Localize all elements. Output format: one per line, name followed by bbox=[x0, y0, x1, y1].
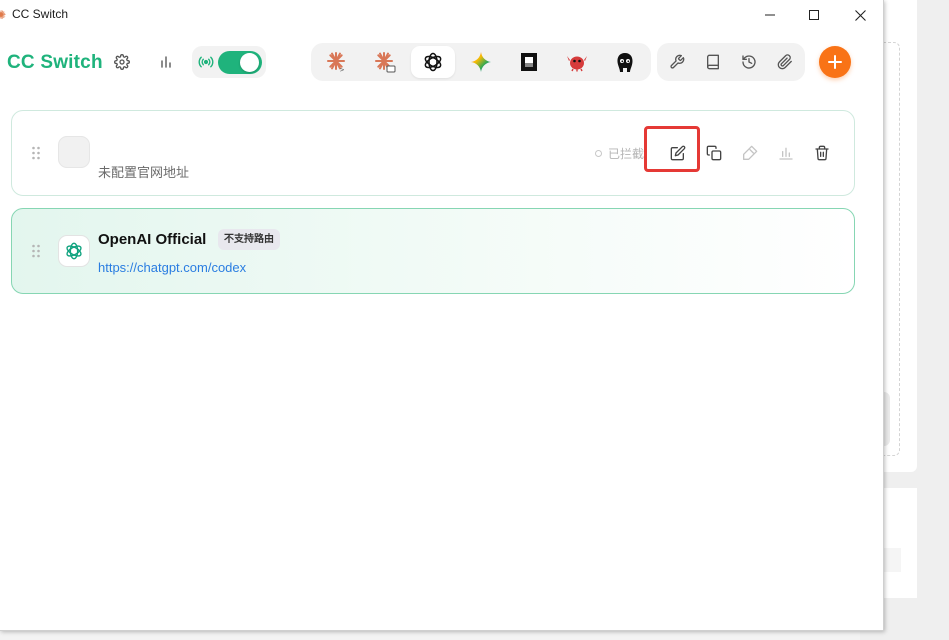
agent-avatar-icon bbox=[617, 53, 633, 72]
history-icon bbox=[742, 55, 756, 69]
settings-button[interactable] bbox=[110, 50, 134, 74]
close-icon bbox=[854, 9, 866, 21]
app-tab-opencode[interactable] bbox=[507, 46, 551, 78]
opencode-icon bbox=[521, 53, 537, 71]
status-blocked: 已拦截 bbox=[595, 145, 644, 162]
app-tab-codex[interactable] bbox=[411, 46, 455, 78]
delete-button[interactable] bbox=[810, 141, 834, 165]
app-tab-claude-desktop[interactable] bbox=[363, 46, 407, 78]
test-button[interactable] bbox=[738, 141, 762, 165]
app-tab-openclaw[interactable] bbox=[555, 46, 599, 78]
broadcast-icon bbox=[198, 56, 214, 68]
app-tab-agent[interactable] bbox=[603, 46, 647, 78]
trash-icon bbox=[815, 145, 829, 161]
toggle-knob bbox=[240, 53, 259, 72]
usage-button[interactable] bbox=[774, 141, 798, 165]
title-bar: ✺ CC Switch bbox=[0, 0, 884, 30]
edit-icon bbox=[670, 145, 686, 161]
attachments-button[interactable] bbox=[773, 50, 797, 74]
maximize-button[interactable] bbox=[791, 0, 837, 30]
app-switcher: >_ bbox=[311, 43, 651, 81]
drag-handle-icon[interactable] bbox=[31, 244, 41, 258]
claude-desktop-icon bbox=[375, 52, 396, 73]
brand-title[interactable]: CC Switch bbox=[7, 52, 103, 74]
book-icon bbox=[707, 54, 719, 70]
app-logo-icon: ✺ bbox=[0, 8, 7, 22]
maximize-icon bbox=[809, 10, 819, 20]
bar-chart-icon bbox=[161, 56, 171, 68]
app-tab-gemini[interactable] bbox=[459, 46, 503, 78]
openai-icon bbox=[66, 242, 82, 260]
minimize-button[interactable] bbox=[747, 0, 793, 30]
gear-icon bbox=[114, 54, 130, 70]
provider-avatar bbox=[58, 235, 90, 267]
claude-code-icon: >_ bbox=[327, 52, 348, 73]
duplicate-button[interactable] bbox=[702, 141, 726, 165]
prompts-button[interactable] bbox=[701, 50, 725, 74]
usage-icon bbox=[779, 147, 793, 160]
window-title: CC Switch bbox=[12, 7, 69, 21]
app-tab-claude-code[interactable]: >_ bbox=[315, 46, 359, 78]
close-button[interactable] bbox=[837, 0, 883, 30]
test-icon bbox=[743, 145, 758, 160]
paperclip-icon bbox=[777, 54, 792, 70]
tool-group bbox=[657, 43, 805, 81]
drag-handle-icon[interactable] bbox=[31, 146, 41, 160]
svg-text:>_: >_ bbox=[340, 66, 348, 73]
proxy-toggle[interactable] bbox=[218, 51, 262, 74]
status-dot-icon bbox=[595, 150, 602, 157]
provider-card[interactable]: 未配置官网地址 已拦截 bbox=[11, 110, 855, 196]
stats-button[interactable] bbox=[154, 50, 178, 74]
copy-icon bbox=[706, 145, 722, 161]
gemini-icon bbox=[471, 52, 491, 72]
provider-avatar bbox=[58, 136, 90, 168]
history-button[interactable] bbox=[737, 50, 761, 74]
openai-icon bbox=[424, 52, 442, 72]
app-window: ✺ CC Switch CC Switch >_ 未配置官网地址 已拦截 Ope… bbox=[0, 0, 884, 631]
proxy-toggle-group bbox=[192, 46, 266, 78]
plus-icon bbox=[828, 55, 842, 69]
minimize-icon bbox=[765, 14, 775, 16]
provider-link[interactable]: https://chatgpt.com/codex bbox=[98, 260, 246, 275]
openclaw-icon bbox=[567, 56, 587, 72]
status-label: 已拦截 bbox=[608, 147, 645, 161]
routing-badge: 不支持路由 bbox=[218, 229, 280, 250]
edit-button[interactable] bbox=[666, 141, 690, 165]
add-provider-button[interactable] bbox=[819, 46, 851, 78]
provider-card-active[interactable]: OpenAI Official 不支持路由 https://chatgpt.co… bbox=[11, 208, 855, 294]
wrench-icon bbox=[670, 54, 685, 69]
provider-name: OpenAI Official bbox=[98, 231, 207, 248]
tools-button[interactable] bbox=[665, 50, 689, 74]
provider-subtitle: 未配置官网地址 bbox=[98, 165, 190, 180]
